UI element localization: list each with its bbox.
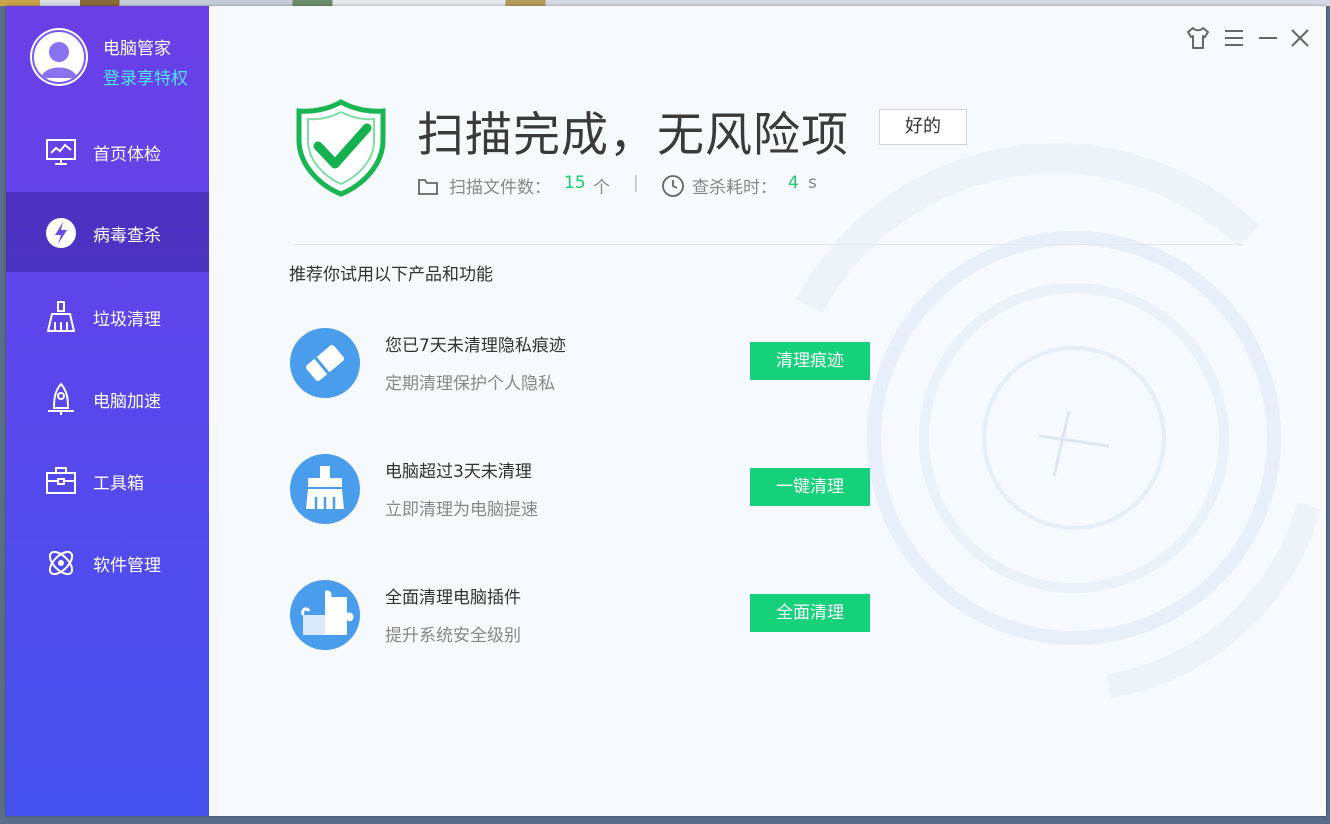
- section-divider: [293, 244, 1243, 245]
- recommend-subtitle: 提升系统安全级别: [385, 626, 521, 646]
- recommend-heading: 推荐你试用以下产品和功能: [289, 265, 493, 285]
- sidebar-item-label: 病毒查杀: [93, 226, 161, 246]
- stats-separator: |: [633, 173, 639, 193]
- monitor-chart-icon: [46, 139, 76, 165]
- shield-check-icon: [296, 99, 386, 197]
- sidebar-item-label: 工具箱: [93, 474, 144, 494]
- scan-time-unit: s: [808, 173, 817, 193]
- sidebar-item-label: 软件管理: [93, 556, 161, 576]
- eraser-icon: [290, 328, 360, 398]
- recommend-title: 全面清理电脑插件: [385, 588, 521, 608]
- scan-time-label: 查杀耗时：: [692, 178, 777, 198]
- clean-traces-button[interactable]: 清理痕迹: [750, 342, 870, 380]
- sidebar-item-speedup[interactable]: 电脑加速: [6, 358, 209, 438]
- puzzle-icon: [290, 580, 360, 650]
- ok-button[interactable]: 好的: [879, 109, 967, 145]
- files-scanned-unit: 个: [593, 178, 610, 198]
- recommend-item-plugins: 全面清理电脑插件 提升系统安全级别 全面清理: [289, 579, 889, 659]
- sidebar-item-software[interactable]: 软件管理: [6, 522, 209, 602]
- recommend-subtitle: 立即清理为电脑提速: [385, 500, 538, 520]
- sidebar-item-label: 电脑加速: [93, 392, 161, 412]
- recommend-title: 电脑超过3天未清理: [385, 462, 532, 482]
- recommend-item-junk: 电脑超过3天未清理 立即清理为电脑提速 一键清理: [289, 453, 889, 533]
- recommend-item-privacy: 您已7天未清理隐私痕迹 定期清理保护个人隐私 清理痕迹: [289, 327, 889, 407]
- menu-icon[interactable]: [1220, 24, 1248, 52]
- full-clean-button[interactable]: 全面清理: [750, 594, 870, 632]
- clock-icon: [662, 175, 684, 197]
- scan-time-value: 4: [788, 173, 799, 193]
- sidebar-item-home-checkup[interactable]: 首页体检: [6, 111, 209, 191]
- files-scanned-count: 15: [564, 173, 586, 193]
- app-name: 电脑管家: [103, 39, 171, 59]
- window-controls: [1184, 24, 1309, 54]
- login-link[interactable]: 登录享特权: [103, 64, 188, 89]
- sidebar-item-virus-scan[interactable]: 病毒查杀: [6, 192, 209, 272]
- sidebar-item-junk-clean[interactable]: 垃圾清理: [6, 276, 209, 356]
- toolbox-icon: [46, 467, 76, 494]
- files-scanned-label: 扫描文件数：: [449, 178, 551, 198]
- rocket-icon: [48, 382, 74, 415]
- sidebar: 电脑管家 登录享特权 首页体检 病毒查杀 垃圾清理 电脑加速 工具箱 软件管理: [6, 6, 209, 816]
- minimize-icon[interactable]: [1254, 24, 1282, 52]
- scan-result-title: 扫描完成，无风险项: [417, 108, 849, 163]
- sidebar-item-label: 首页体检: [93, 145, 161, 165]
- skin-shirt-icon[interactable]: [1184, 24, 1212, 52]
- profile-area: 电脑管家 登录享特权: [6, 6, 209, 124]
- one-click-clean-button[interactable]: 一键清理: [750, 468, 870, 506]
- close-icon[interactable]: [1286, 24, 1314, 52]
- lightning-shield-icon: [46, 218, 76, 248]
- recommend-title: 您已7天未清理隐私痕迹: [385, 336, 566, 356]
- sidebar-item-label: 垃圾清理: [93, 310, 161, 330]
- sidebar-item-toolbox[interactable]: 工具箱: [6, 440, 209, 520]
- folder-icon: [418, 179, 438, 195]
- main-panel: 扫描完成，无风险项 好的 扫描文件数： 15 个 | 查杀耗时： 4 s 推荐你…: [209, 6, 1326, 816]
- pc-manager-window: 电脑管家 登录享特权 首页体检 病毒查杀 垃圾清理 电脑加速 工具箱 软件管理 …: [6, 6, 1326, 816]
- recommend-subtitle: 定期清理保护个人隐私: [385, 374, 555, 394]
- software-grid-icon: [48, 550, 74, 576]
- broom-icon: [290, 454, 360, 524]
- user-avatar-icon[interactable]: [30, 28, 88, 86]
- broom-icon: [46, 301, 76, 332]
